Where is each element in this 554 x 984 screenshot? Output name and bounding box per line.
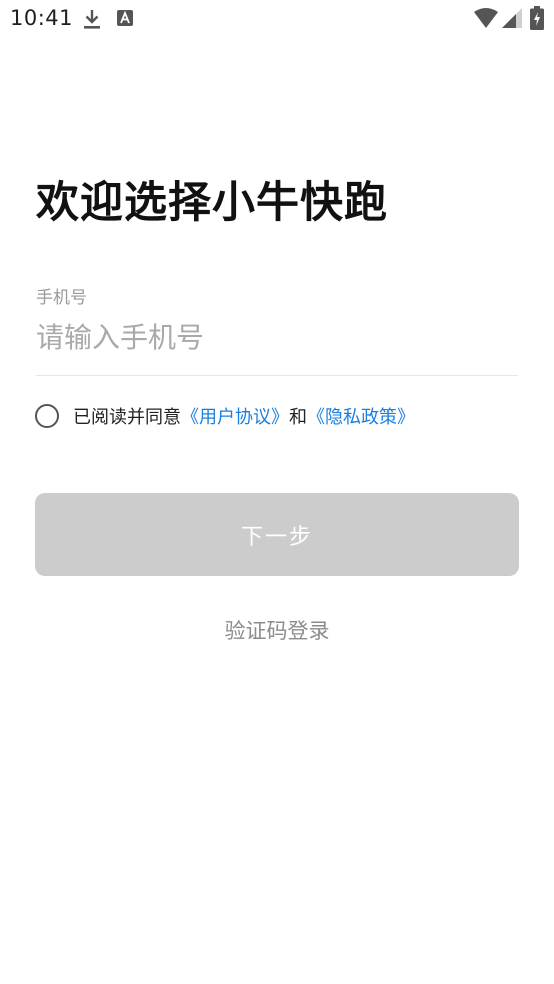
phone-input[interactable] — [36, 312, 518, 362]
privacy-policy-link[interactable]: 《隐私政策》 — [307, 403, 415, 429]
status-bar: 10:41 — [0, 0, 554, 40]
wifi-icon — [474, 8, 498, 28]
next-button[interactable]: 下一步 — [35, 493, 519, 576]
sms-login-link[interactable]: 验证码登录 — [0, 615, 554, 645]
page-title: 欢迎选择小牛快跑 — [36, 178, 388, 228]
user-agreement-link[interactable]: 《用户协议》 — [181, 403, 289, 429]
signal-icon — [502, 8, 522, 28]
agreement-prefix: 已阅读并同意 — [73, 407, 181, 428]
battery-icon — [530, 6, 544, 30]
a-icon — [117, 10, 133, 26]
status-time: 10:41 — [10, 6, 74, 30]
phone-label: 手机号 — [36, 288, 87, 308]
input-divider — [36, 375, 518, 376]
download-icon — [84, 10, 100, 29]
agreement-connector: 和 — [289, 407, 307, 428]
agreement-row: 已阅读并同意 《用户协议》 和 《隐私政策》 — [35, 402, 415, 430]
agreement-checkbox[interactable] — [35, 404, 59, 428]
